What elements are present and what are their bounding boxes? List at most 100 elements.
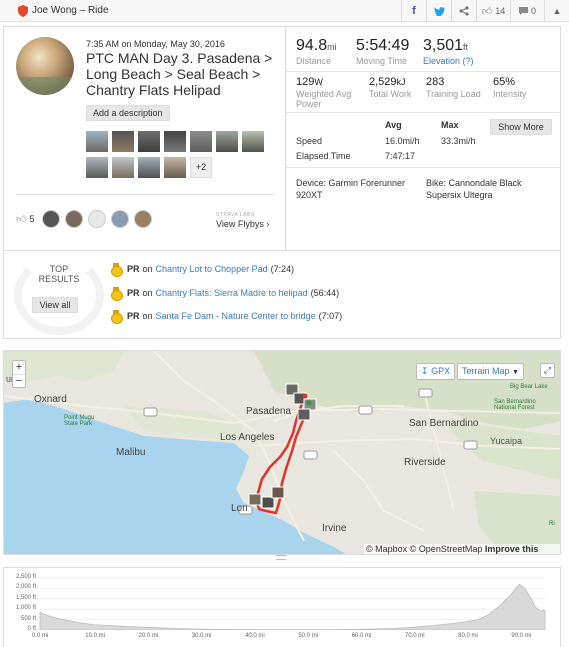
elevation-value: 3,501	[423, 37, 464, 54]
moving-time-label: Moving Time	[356, 56, 408, 66]
add-description-button[interactable]: Add a description	[86, 105, 170, 121]
photo-thumbnail[interactable]	[112, 131, 134, 152]
kudos-avatar[interactable]	[111, 210, 130, 228]
x-tick-label: 20.0 mi	[138, 633, 159, 639]
power-label: Weighted Avg Power	[296, 89, 352, 109]
show-more-button[interactable]: Show More	[490, 119, 552, 135]
kudos-avatar[interactable]	[65, 210, 84, 228]
intensity-value: 65%	[493, 76, 516, 88]
comment-count: 0	[530, 6, 536, 16]
distance-value: 94.8	[296, 37, 328, 54]
map-label: Los Angeles	[220, 432, 275, 443]
mapbox-attribution-link[interactable]: © Mapbox	[366, 544, 407, 554]
activity-summary-card: 7:35 AM on Monday, May 30, 2016 PTC MAN …	[3, 26, 561, 339]
athlete-avatar[interactable]	[16, 37, 74, 95]
share-icon	[459, 6, 469, 16]
y-tick-label: 500 ft	[20, 616, 36, 622]
facebook-share-button[interactable]: f	[401, 0, 426, 22]
elevation-chart[interactable]: 2,500 ft 2,000 ft 1,500 ft 1,000 ft 500 …	[3, 567, 561, 647]
photo-thumbnail[interactable]	[86, 131, 108, 152]
x-tick-label: 40.0 mi	[245, 633, 265, 639]
result-time: (56:44)	[310, 288, 340, 298]
twitter-share-button[interactable]	[426, 0, 451, 22]
result-on: on	[142, 311, 153, 321]
photo-thumbnail[interactable]	[216, 131, 238, 152]
speed-max: 33.3mi/h	[441, 136, 476, 146]
view-all-button[interactable]: View all	[32, 297, 78, 313]
kudos-button[interactable]: 👍︎ 14	[476, 0, 510, 22]
expand-map-button[interactable]: ⤢	[540, 363, 555, 378]
training-load-value: 283	[426, 76, 445, 88]
facebook-icon: f	[412, 5, 416, 17]
result-on: on	[142, 288, 153, 298]
route-map[interactable]: ura Oxnard Point Mugu State Park Malibu …	[3, 350, 561, 555]
more-photos-button[interactable]: +2	[190, 157, 212, 178]
segment-link[interactable]: Chantry Lot to Chopper Pad	[156, 264, 268, 274]
medal-icon	[111, 263, 123, 277]
result-item: PR on Chantry Flats: Sierra Madre to hel…	[111, 287, 340, 301]
medal-icon	[111, 310, 123, 324]
gpx-label: GPX	[431, 366, 451, 376]
map-label: Oxnard	[34, 394, 67, 405]
photo-thumbnail[interactable]	[138, 131, 160, 152]
map-resize-handle[interactable]	[276, 555, 286, 560]
map-label: Ri	[549, 521, 555, 527]
chevron-up-icon: ▲	[552, 6, 562, 16]
map-type-label: Terrain Map	[462, 366, 510, 376]
osm-attribution-link[interactable]: © OpenStreetMap	[410, 544, 483, 554]
kudos-avatar[interactable]	[134, 210, 153, 228]
comments-button[interactable]: 0	[510, 0, 544, 22]
kudos-avatar[interactable]	[88, 210, 107, 228]
result-badge: PR	[127, 288, 140, 298]
share-button[interactable]	[451, 0, 476, 22]
map-label: Malibu	[116, 447, 146, 458]
shield-icon	[18, 5, 28, 17]
training-load-label: Training Load	[426, 89, 481, 99]
gpx-download-button[interactable]: ↧ GPX	[416, 363, 456, 380]
view-flybys-link[interactable]: View Flybys ›	[216, 219, 269, 229]
elevation-area	[39, 583, 546, 630]
kudos-avatar[interactable]	[42, 210, 61, 228]
photo-thumbnail[interactable]	[86, 157, 108, 178]
strava-labs-label: STRAVA LABS	[216, 212, 255, 218]
device-line: 920XT	[296, 190, 323, 200]
work-stat: 2,529kJ Total Work	[369, 76, 411, 99]
y-tick-label: 2,500 ft	[15, 574, 36, 580]
x-tick-label: 70.0 mi	[404, 633, 425, 639]
thumbs-up-icon: 👍︎	[481, 6, 493, 17]
elevation-help-link[interactable]: Elevation (?)	[423, 56, 474, 66]
segment-link[interactable]: Chantry Flats: Sierra Madre to helipad	[156, 288, 308, 298]
activity-header: Joe Wong – Ride f 👍︎ 14 0 ▲	[0, 0, 569, 22]
twitter-icon	[433, 6, 445, 16]
elevation-plot	[39, 577, 546, 630]
comment-icon	[518, 6, 528, 15]
photo-thumbnail[interactable]	[242, 131, 264, 152]
zoom-out-button[interactable]: −	[13, 374, 25, 387]
map-type-dropdown[interactable]: Terrain Map ▼	[457, 363, 524, 380]
x-tick-label: 0.0 mi	[32, 633, 49, 639]
photo-thumbnail[interactable]	[112, 157, 134, 178]
result-on: on	[142, 264, 153, 274]
photo-thumbnail[interactable]	[138, 157, 160, 178]
bike-line: Supersix Ultegra	[426, 190, 493, 200]
x-tick-label: 60.0 mi	[351, 633, 372, 639]
divider	[286, 112, 560, 113]
distance-label: Distance	[296, 56, 332, 66]
map-label: Pasadena	[246, 406, 292, 417]
work-unit: kJ	[396, 77, 406, 87]
photo-thumbnail[interactable]	[164, 131, 186, 152]
photo-thumbnail[interactable]	[190, 131, 212, 152]
map-canvas	[4, 351, 560, 554]
top-results-title-line: TOP	[49, 264, 69, 274]
divider	[16, 194, 274, 195]
x-tick-label: 90.0 mi	[511, 633, 532, 639]
power-value: 129	[296, 76, 315, 88]
distance-unit: mi	[327, 42, 337, 52]
collapse-button[interactable]: ▲	[544, 0, 569, 22]
segment-link[interactable]: Santa Fe Dam - Nature Center to bridge	[156, 311, 316, 321]
speed-avg: 16.0mi/h	[385, 136, 420, 146]
elevation-unit: ft	[463, 42, 469, 52]
zoom-in-button[interactable]: +	[13, 361, 25, 374]
moving-time-stat: 5:54:49 Moving Time	[356, 37, 409, 66]
photo-thumbnail[interactable]	[164, 157, 186, 178]
